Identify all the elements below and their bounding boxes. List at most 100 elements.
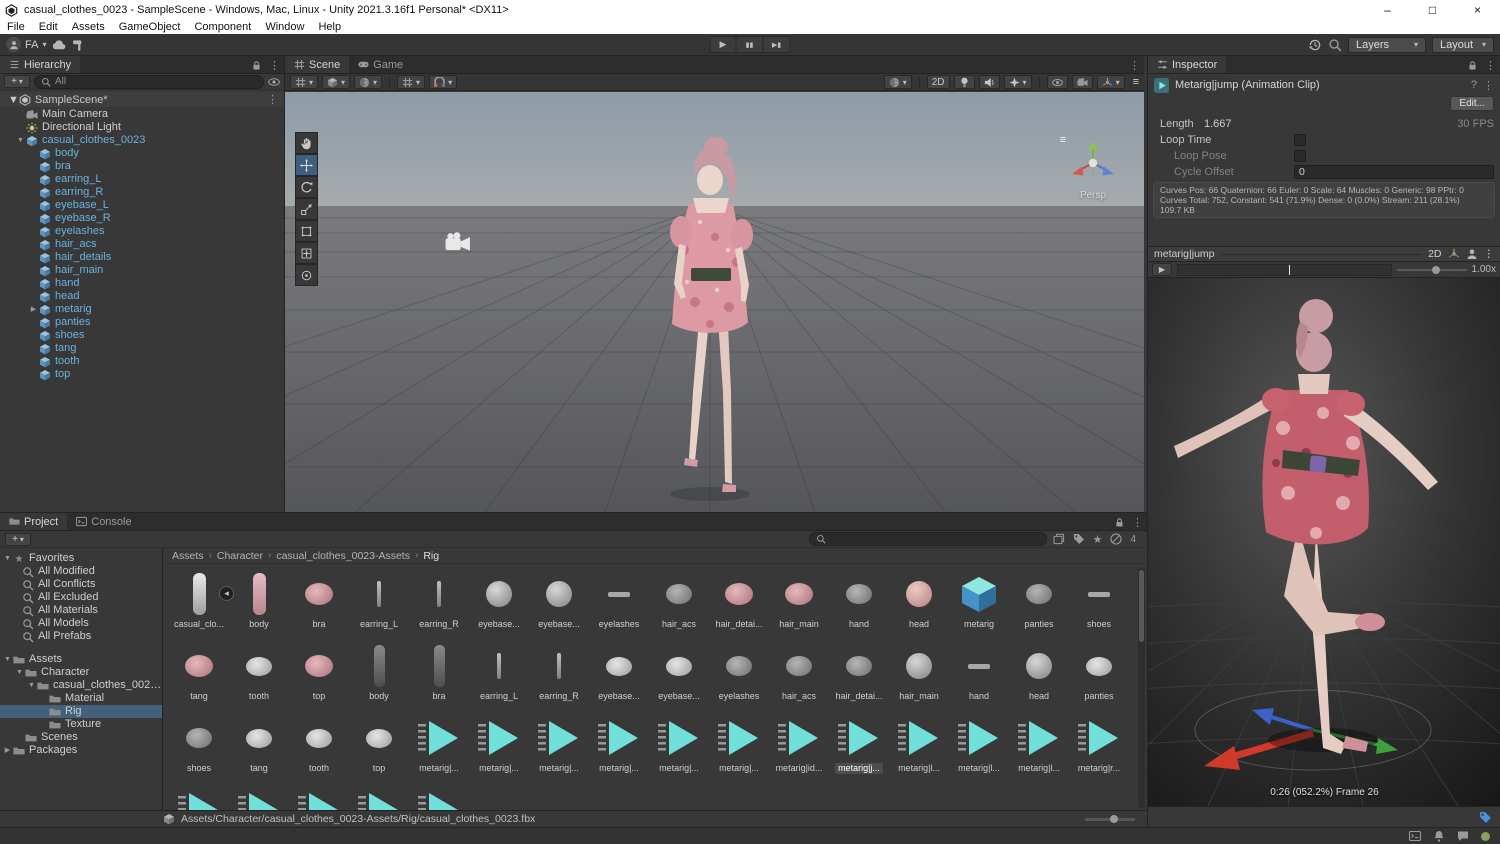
playhead[interactable] <box>1288 264 1290 275</box>
menu-window[interactable]: Window <box>258 20 311 34</box>
cycle-offset-field[interactable]: 0 <box>1294 165 1494 179</box>
asset-labels-icon[interactable] <box>1073 533 1085 545</box>
asset-metarig-l[interactable]: metarig|l... <box>1009 714 1069 774</box>
pivot-dropdown[interactable]: ▾ <box>322 75 351 89</box>
menu-file[interactable]: File <box>0 20 32 34</box>
asset-hand[interactable]: hand <box>949 642 1009 702</box>
asset-metarig[interactable]: metarig|... <box>709 714 769 774</box>
breadcrumb-item[interactable]: Rig <box>423 550 439 562</box>
preview-menu-icon[interactable]: ⋮ <box>1484 248 1495 260</box>
asset-panties[interactable]: panties <box>1009 570 1069 630</box>
folder-material[interactable]: Material <box>0 692 162 705</box>
hierarchy-item-shoes[interactable]: shoes <box>0 329 284 342</box>
toolbar-overflow-icon[interactable]: ≡ <box>1133 76 1139 88</box>
draw-mode-dropdown[interactable]: ▾ <box>883 75 912 89</box>
preview-2d-toggle[interactable]: 2D <box>1428 248 1441 260</box>
favorite-all-modified[interactable]: All Modified <box>0 565 162 578</box>
folder-casual-clothes-0023-ass[interactable]: ▼ casual_clothes_0023-Ass... <box>0 679 162 692</box>
projection-label[interactable]: Persp <box>1058 190 1128 201</box>
asset-head[interactable]: head <box>889 570 949 630</box>
activity-icon[interactable] <box>1409 830 1421 842</box>
asset-anim-clip[interactable] <box>409 786 469 810</box>
background-task-status-icon[interactable] <box>1481 831 1490 841</box>
hierarchy-item-top[interactable]: top <box>0 368 284 381</box>
folder-assets[interactable]: ▼ Assets <box>0 653 162 666</box>
hierarchy-item-eyelashes[interactable]: eyelashes <box>0 225 284 238</box>
favorite-all-prefabs[interactable]: All Prefabs <box>0 630 162 643</box>
panel-menu-icon[interactable]: ⋮ <box>1485 59 1496 72</box>
animation-preview-viewport[interactable]: 0:26 (052.2%) Frame 26 <box>1148 278 1500 806</box>
account-dropdown[interactable]: FA ▾ <box>6 37 46 52</box>
favorites-header[interactable]: ▼ ★ Favorites <box>0 552 162 565</box>
asset-top[interactable]: top <box>289 642 349 702</box>
lock-icon[interactable] <box>1114 517 1125 528</box>
hierarchy-item-hand[interactable]: hand <box>0 277 284 290</box>
effects-dropdown[interactable]: ▾ <box>1003 75 1032 89</box>
scene-tab-scene[interactable]: Scene <box>285 56 350 73</box>
scene-options-icon[interactable]: ⋮ <box>267 93 278 106</box>
asset-hair-acs[interactable]: hair_acs <box>769 642 829 702</box>
tool-settings-dropdown[interactable]: ▾ <box>290 75 319 89</box>
scene-camera-gizmo-icon[interactable] <box>445 232 471 252</box>
hierarchy-item-tang[interactable]: tang <box>0 342 284 355</box>
create-asset-button[interactable]: + ▾ <box>5 532 31 546</box>
menu-help[interactable]: Help <box>311 20 348 34</box>
asset-tooth[interactable]: tooth <box>289 714 349 774</box>
project-tab-project[interactable]: Project <box>0 513 68 530</box>
asset-eyebase[interactable]: eyebase... <box>649 642 709 702</box>
asset-hair-main[interactable]: hair_main <box>889 642 949 702</box>
asset-panties[interactable]: panties <box>1069 642 1129 702</box>
grid-scrollbar[interactable] <box>1138 568 1145 808</box>
asset-tooth[interactable]: tooth <box>229 642 289 702</box>
asset-anim-clip[interactable] <box>169 786 229 810</box>
menu-component[interactable]: Component <box>187 20 258 34</box>
lock-icon[interactable] <box>251 60 262 71</box>
asset-metarig-j[interactable]: metarig|j... <box>829 714 889 774</box>
asset-earring-r[interactable]: earring_R <box>409 570 469 630</box>
increment-snap-dropdown[interactable]: ▾ <box>429 75 458 89</box>
audio-toggle[interactable] <box>978 75 1000 89</box>
asset-eyebase[interactable]: eyebase... <box>529 570 589 630</box>
orientation-dropdown[interactable]: ▾ <box>354 75 383 89</box>
asset-metarig[interactable]: metarig|... <box>469 714 529 774</box>
breadcrumb-item[interactable]: Assets <box>172 550 204 562</box>
breadcrumb-item[interactable]: Character <box>217 550 263 562</box>
scene-visibility-icon[interactable] <box>268 76 280 88</box>
open-in-window-icon[interactable] <box>1053 533 1065 545</box>
asset-eyelashes[interactable]: eyelashes <box>589 570 649 630</box>
hierarchy-item-eyebase-r[interactable]: eyebase_R <box>0 212 284 225</box>
favorites-star-icon[interactable]: ★ <box>1093 533 1103 546</box>
asset-hair-detai[interactable]: hair_detai... <box>709 570 769 630</box>
hierarchy-item-earring-r[interactable]: earring_R <box>0 186 284 199</box>
favorite-all-materials[interactable]: All Materials <box>0 604 162 617</box>
asset-bra[interactable]: bra <box>289 570 349 630</box>
scene-orientation-gizmo[interactable]: Persp <box>1058 136 1128 201</box>
asset-metarig[interactable]: metarig <box>949 570 1009 630</box>
asset-metarig-l[interactable]: metarig|l... <box>889 714 949 774</box>
asset-metarig[interactable]: metarig|... <box>649 714 709 774</box>
camera-settings-dropdown[interactable] <box>1071 75 1093 89</box>
rotate-tool-button[interactable] <box>295 176 318 198</box>
hierarchy-item-earring-l[interactable]: earring_L <box>0 173 284 186</box>
asset-earring-l[interactable]: earring_L <box>349 570 409 630</box>
create-object-button[interactable]: + ▾ <box>4 75 30 88</box>
hierarchy-item-head[interactable]: head <box>0 290 284 303</box>
expand-arrow-icon[interactable]: ▶ <box>28 303 39 316</box>
transform-tool-button[interactable] <box>295 242 318 264</box>
close-icon[interactable]: × <box>1455 0 1500 20</box>
asset-tang[interactable]: tang <box>229 714 289 774</box>
scale-tool-button[interactable] <box>295 198 318 220</box>
help-icon[interactable]: ? <box>1471 79 1477 91</box>
axis-gizmo-icon[interactable] <box>1448 248 1460 260</box>
breadcrumb-item[interactable]: casual_clothes_0023-Assets <box>276 550 410 562</box>
asset-casual-clo[interactable]: ◂ casual_clo... <box>169 570 234 630</box>
grid-snap-dropdown[interactable]: ▾ <box>397 75 426 89</box>
asset-anim-clip[interactable] <box>229 786 289 810</box>
maximize-icon[interactable]: □ <box>1410 0 1455 20</box>
avatar-icon[interactable] <box>1466 248 1478 260</box>
cloud-icon[interactable] <box>52 38 66 52</box>
expand-arrow-icon[interactable]: ▼ <box>14 666 25 679</box>
scene-viewport[interactable]: ≡ Persp <box>285 92 1144 512</box>
pause-button[interactable]: ▮▮ <box>736 36 764 53</box>
folder-rig[interactable]: Rig <box>0 705 162 718</box>
